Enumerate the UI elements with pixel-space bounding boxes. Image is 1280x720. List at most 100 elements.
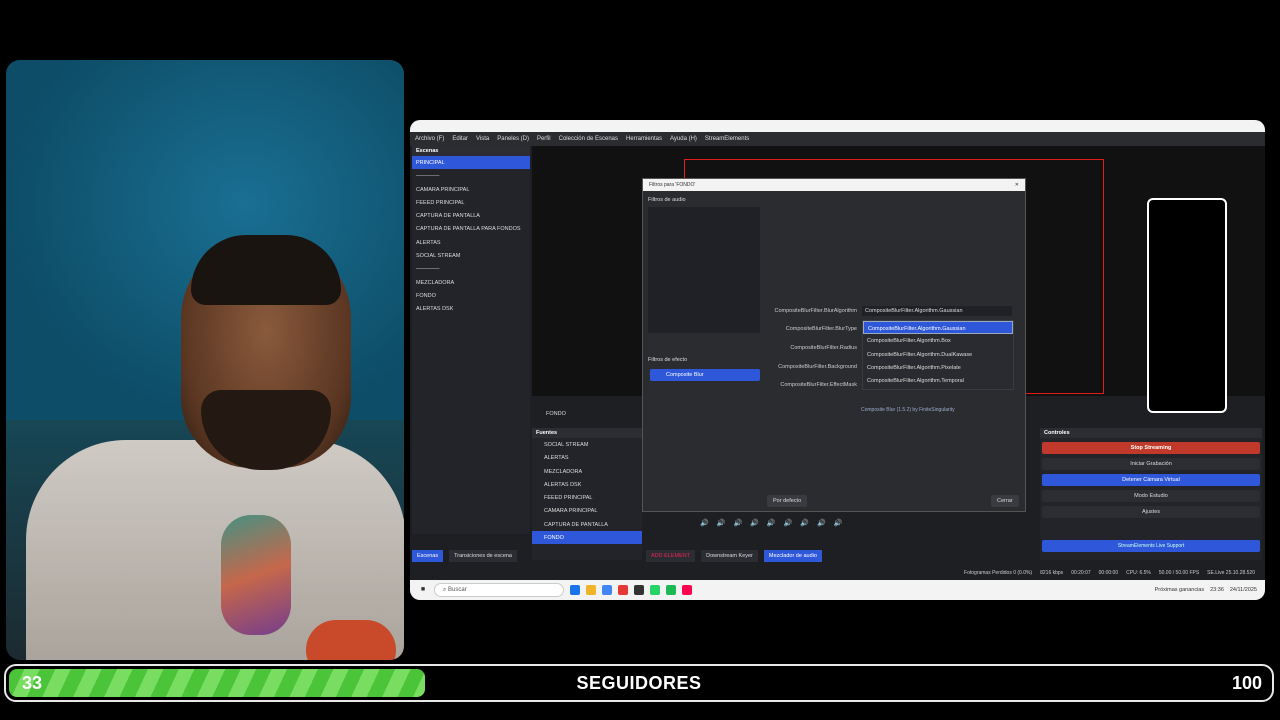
dropdown-option[interactable]: CompositeBlurFilter.Algorithm.Temporal [863,374,1013,387]
scenes-header: Escenas [412,146,530,156]
speaker-icon[interactable]: 🔊 [700,519,709,527]
plugin-credit-link[interactable]: Composite Blur (1.5.2) by FiniteSingular… [861,407,955,413]
scene-item[interactable]: SOCIAL STREAM [412,249,530,262]
filter-item-composite-blur[interactable]: Composite Blur [650,369,760,381]
system-tray: Próximas ganancias 23:36 24/11/2025 [1155,587,1265,593]
folder-icon[interactable] [586,585,596,595]
source-item[interactable]: ALERTAS DSK [532,478,642,491]
tiktok-icon[interactable] [682,585,692,595]
menu-vista[interactable]: Vista [476,136,489,142]
close-button[interactable]: Cerrar [991,495,1019,507]
obs-menubar: Archivo (F) Editar Vista Paneles (D) Per… [410,132,1265,146]
dropdown-option[interactable]: CompositeBlurFilter.Algorithm.DualKawase [863,348,1013,361]
scene-item[interactable]: ALERTAS [412,236,530,249]
speaker-icon[interactable]: 🔊 [800,519,809,527]
prop-radius: CompositeBlurFilter.Radius [790,345,857,351]
studio-mode-button[interactable]: Modo Estudio [1042,490,1260,502]
whatsapp-icon[interactable] [650,585,660,595]
audio-mixer-strip: 🔊 🔊 🔊 🔊 🔊 🔊 🔊 🔊 🔊 [650,516,1036,530]
followers-goal-bar: 33 SEGUIDORES 100 [4,664,1274,702]
dropdown-option[interactable]: CompositeBlurFilter.Algorithm.Pixelate [863,361,1013,374]
obs-icon[interactable] [634,585,644,595]
scene-separator: ────── [416,173,440,180]
scene-item[interactable]: ALERTAS DSK [412,302,530,315]
spotify-icon[interactable] [666,585,676,595]
plush-toy [306,620,396,660]
tab-downstream-keyer[interactable]: Downstream Keyer [701,550,758,562]
windows-taskbar: ■ ⌕ Buscar Próximas ganancias 23:36 24/1… [410,580,1265,600]
microphone [221,515,291,635]
source-item[interactable]: CAPTURA DE PANTALLA [532,518,642,531]
source-item[interactable]: SOCIAL STREAM [532,438,642,451]
tab-escenas[interactable]: Escenas [412,550,444,562]
defaults-button[interactable]: Por defecto [767,495,808,507]
menu-perfil[interactable]: Perfil [537,136,551,142]
menu-coleccion[interactable]: Colección de Escenas [559,136,618,142]
scene-item[interactable]: CAPTURA DE PANTALLA PARA FONDOS [412,222,530,235]
stream-time: 00:20:07 [1071,570,1091,576]
speaker-icon[interactable]: 🔊 [733,519,742,527]
clock-time[interactable]: 23:36 [1210,587,1224,593]
sources-dock: Fuentes SOCIAL STREAM ALERTAS MEZCLADORA… [532,428,642,560]
clock-date[interactable]: 24/11/2025 [1230,587,1257,593]
menu-herramientas[interactable]: Herramientas [626,136,662,142]
menu-archivo[interactable]: Archivo (F) [415,136,444,142]
dropdown-option[interactable]: CompositeBlurFilter.Algorithm.Box [863,334,1013,347]
dialog-title: Filtros para 'FONDO' [649,182,696,188]
source-item[interactable]: FEEED PRINCIPAL [532,491,642,504]
speaker-icon[interactable]: 🔊 [750,519,759,527]
stop-streaming-button[interactable]: Stop Streaming [1042,442,1260,454]
blur-algorithm-select[interactable]: CompositeBlurFilter.Algorithm.Gaussian [862,306,1012,316]
source-item[interactable]: FONDO [532,531,642,545]
settings-button[interactable]: Ajustes [1042,506,1260,518]
tab-transiciones[interactable]: Transiciones de escena [449,550,517,562]
prop-blur-algorithm: CompositeBlurFilter.BlurAlgorithm [774,308,857,314]
chrome-icon[interactable] [602,585,612,595]
start-recording-button[interactable]: Iniciar Grabación [1042,458,1260,470]
speaker-icon[interactable]: 🔊 [834,519,843,527]
windows-start-icon[interactable]: ■ [418,585,428,595]
scene-item[interactable]: FEEED PRINCIPAL [412,196,530,209]
scene-item[interactable]: CAPTURA DE PANTALLA [412,209,530,222]
dropped-frames: Fotogramas Perdidos 0 (0.0%) [964,570,1033,576]
scene-item[interactable]: PRINCIPAL [412,156,530,170]
opera-icon[interactable] [618,585,628,595]
taskbar-search[interactable]: ⌕ Buscar [434,583,564,597]
scenes-dock: Escenas PRINCIPAL ────── CAMARA PRINCIPA… [412,146,530,534]
stop-virtual-camera-button[interactable]: Detener Cámara Virtual [1042,474,1260,486]
dropdown-option[interactable]: CompositeBlurFilter.Algorithm.Gaussian [863,321,1013,335]
goal-title: SEGUIDORES [576,673,702,693]
scene-separator: ────── [416,266,440,273]
source-item[interactable]: CAMARA PRINCIPAL [532,504,642,517]
cpu-usage: CPU: 6.5% [1126,570,1151,576]
tray-widget[interactable]: Próximas ganancias [1155,587,1205,593]
scene-item[interactable]: CAMARA PRINCIPAL [412,183,530,196]
close-icon[interactable]: ✕ [1015,182,1019,188]
menu-paneles[interactable]: Paneles (D) [497,136,529,142]
stream-overlay: Archivo (F) Editar Vista Paneles (D) Per… [0,0,1280,720]
streamelements-support-button[interactable]: StreamElements Live Support [1042,540,1260,552]
se-version: SE.Live 25.10.28.520 [1207,570,1255,576]
speaker-icon[interactable]: 🔊 [817,519,826,527]
tab-add-element[interactable]: ADD ELEMENT [646,550,696,562]
obs-statusbar: Fotogramas Perdidos 0 (0.0%) 8216 kbps 0… [410,568,1265,578]
scene-item[interactable]: FONDO [412,289,530,302]
audio-filters-list[interactable] [648,207,760,333]
mid-tabs: ADD ELEMENT Downstream Keyer Mezclador d… [646,550,822,562]
menu-ayuda[interactable]: Ayuda (H) [670,136,697,142]
tab-mezclador[interactable]: Mezclador de audio [763,550,822,562]
speaker-icon[interactable]: 🔊 [784,519,793,527]
menu-streamelements[interactable]: StreamElements [705,136,749,142]
bitrate: 8216 kbps [1040,570,1064,576]
source-item[interactable]: ALERTAS [532,451,642,464]
controls-dock: Controles Stop Streaming Iniciar Grabaci… [1040,428,1262,560]
filters-dialog: Filtros para 'FONDO' ✕ Filtros de audio … [642,178,1026,512]
edge-icon[interactable] [570,585,580,595]
speaker-icon[interactable]: 🔊 [717,519,726,527]
source-item[interactable]: MEZCLADORA [532,465,642,478]
prop-background: CompositeBlurFilter.Background [778,364,857,370]
scene-item[interactable]: MEZCLADORA [412,276,530,289]
speaker-icon[interactable]: 🔊 [767,519,776,527]
audio-filters-label: Filtros de audio [648,197,686,203]
menu-editar[interactable]: Editar [452,136,468,142]
